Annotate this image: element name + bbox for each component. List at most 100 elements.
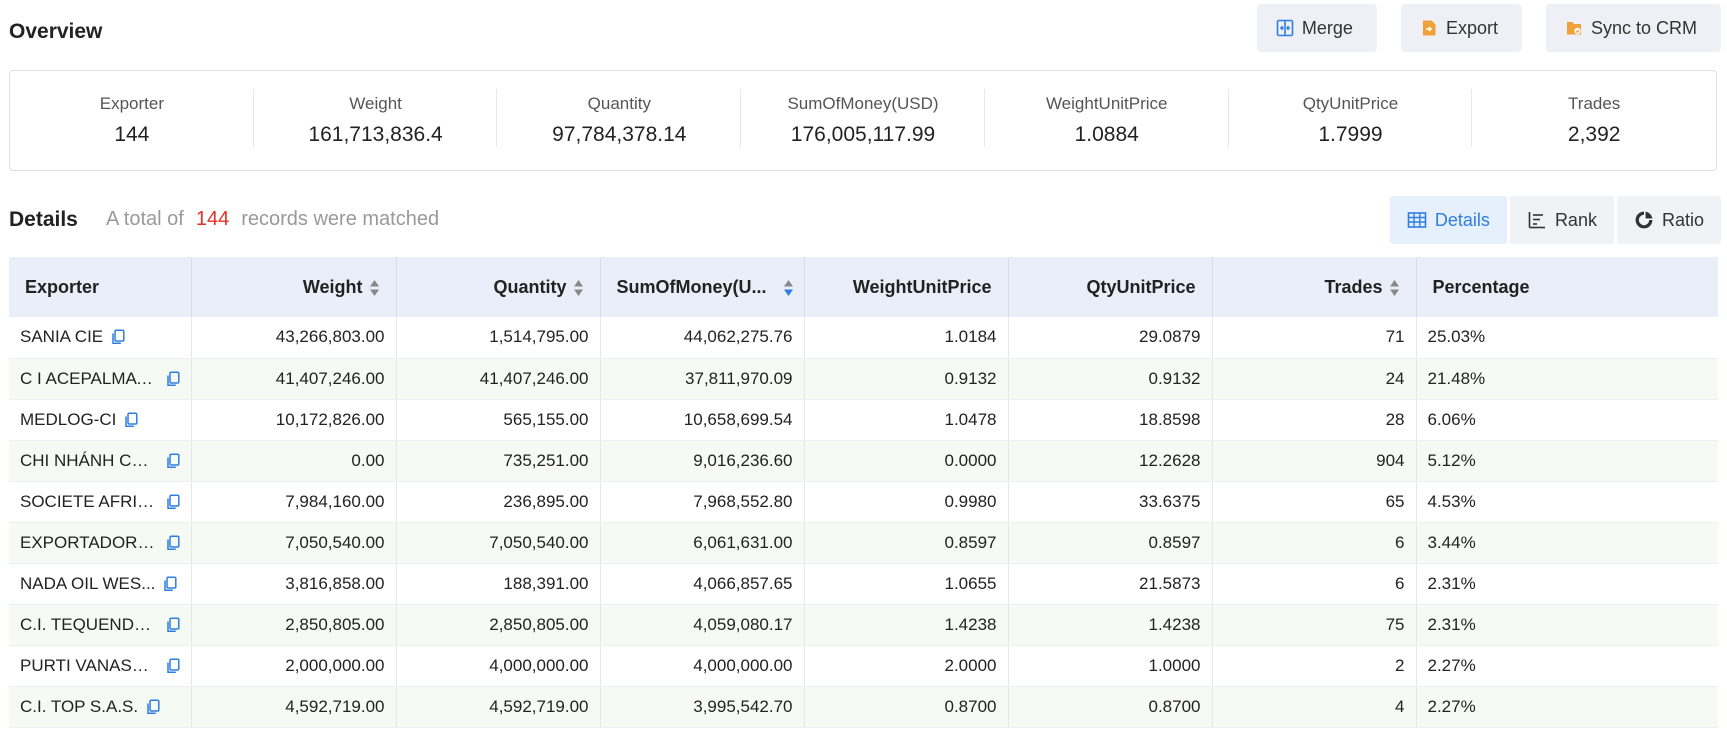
table-row: PURTI VANASPA... 2,000,000.00 4,000,000.00… — [9, 645, 1718, 687]
cell-qty-unit-price: 1.4238 — [1008, 604, 1213, 646]
cell-sum-of-money: 4,066,857.65 — [600, 563, 805, 605]
col-sum-of-money[interactable]: SumOfMoney(U... — [600, 257, 805, 317]
cell-trades: 65 — [1212, 481, 1417, 523]
cell-percentage: 5.12% — [1416, 440, 1718, 482]
cell-sum-of-money: 37,811,970.09 — [600, 358, 805, 400]
stat-value: 161,713,836.4 — [308, 123, 443, 146]
cell-sum-of-money: 4,000,000.00 — [600, 645, 805, 687]
copy-icon[interactable] — [166, 534, 180, 551]
cell-weight-unit-price: 1.0655 — [804, 563, 1009, 605]
tab-rank-label: Rank — [1554, 209, 1597, 230]
cell-qty-unit-price: 12.2628 — [1008, 440, 1213, 482]
stat-qty-unit-price: QtyUnitPrice 1.7999 — [1229, 71, 1473, 170]
sort-icon[interactable] — [369, 279, 380, 297]
cell-trades: 71 — [1212, 317, 1417, 359]
stat-value: 1.7999 — [1318, 123, 1383, 146]
cell-sum-of-money: 3,995,542.70 — [600, 686, 805, 728]
tab-details[interactable]: Details — [1389, 196, 1507, 244]
stat-label: SumOfMoney(USD) — [787, 94, 939, 113]
matched-count: 144 — [195, 208, 230, 230]
exporter-name[interactable]: C.I. TOP S.A.S. — [20, 697, 138, 717]
exporter-name[interactable]: NADA OIL WES... — [20, 574, 155, 594]
cell-weight: 43,266,803.00 — [191, 317, 397, 359]
copy-icon[interactable] — [166, 657, 180, 674]
pie-icon — [1635, 211, 1653, 229]
cell-sum-of-money: 4,059,080.17 — [600, 604, 805, 646]
cell-weight-unit-price: 0.8700 — [804, 686, 1009, 728]
cell-qty-unit-price: 0.8700 — [1008, 686, 1213, 728]
stat-trades: Trades 2,392 — [1472, 71, 1716, 170]
merge-icon — [1276, 19, 1294, 37]
cell-weight: 2,850,805.00 — [191, 604, 397, 646]
copy-icon[interactable] — [163, 575, 177, 592]
sort-icon[interactable] — [1389, 279, 1400, 297]
overview-stats: Exporter 144 Weight 161,713,836.4 Quanti… — [9, 70, 1717, 171]
cell-exporter: PURTI VANASPA... — [9, 645, 192, 687]
cell-trades: 904 — [1212, 440, 1417, 482]
cell-sum-of-money: 7,968,552.80 — [600, 481, 805, 523]
cell-weight-unit-price: 0.0000 — [804, 440, 1009, 482]
cell-weight: 41,407,246.00 — [191, 358, 397, 400]
stat-value: 1.0884 — [1074, 123, 1139, 146]
col-weight[interactable]: Weight — [191, 257, 397, 317]
copy-icon[interactable] — [111, 329, 125, 345]
top-actions: Merge Export Sync to CRM — [1256, 4, 1721, 52]
tab-rank[interactable]: Rank — [1509, 196, 1614, 244]
exporter-cell: C.I. TOP S.A.S. — [20, 697, 180, 717]
exporter-name[interactable]: SANIA CIE — [20, 327, 103, 347]
exporter-name[interactable]: SOCIETE AFRIC... — [20, 492, 158, 512]
sort-desc-icon[interactable] — [783, 279, 794, 297]
table-row: EXPORTADORA ... 7,050,540.00 7,050,540.00 6… — [9, 522, 1718, 564]
table-row: C.I. TEQUENDA... 2,850,805.00 2,850,805.00… — [9, 604, 1718, 646]
exporter-cell: SANIA CIE — [20, 327, 180, 347]
overview-title: Overview — [9, 20, 103, 43]
cell-trades: 24 — [1212, 358, 1417, 400]
exporter-name[interactable]: PURTI VANASPA... — [20, 656, 158, 676]
cell-weight-unit-price: 1.0184 — [804, 317, 1009, 359]
cell-quantity: 41,407,246.00 — [396, 358, 601, 400]
cell-qty-unit-price: 0.8597 — [1008, 522, 1213, 564]
exporter-name[interactable]: C.I. TEQUENDA... — [20, 615, 158, 635]
sync-to-crm-button[interactable]: Sync to CRM — [1545, 4, 1721, 52]
table-row: C I ACEPALMA S A 41,407,246.00 41,407,246.… — [9, 358, 1718, 400]
export-button[interactable]: Export — [1400, 4, 1522, 52]
cell-percentage: 2.31% — [1416, 563, 1718, 605]
tab-ratio[interactable]: Ratio — [1616, 196, 1721, 244]
cell-percentage: 6.06% — [1416, 399, 1718, 441]
sort-icon[interactable] — [573, 279, 584, 297]
col-quantity[interactable]: Quantity — [396, 257, 601, 317]
exporter-cell: SOCIETE AFRIC... — [20, 492, 180, 512]
stat-label: Exporter — [99, 94, 164, 113]
sync-to-crm-label: Sync to CRM — [1590, 17, 1697, 38]
exporter-name[interactable]: EXPORTADORA ... — [20, 533, 158, 553]
cell-qty-unit-price: 21.5873 — [1008, 563, 1213, 605]
stat-exporter: Exporter 144 — [10, 71, 254, 170]
copy-icon[interactable] — [166, 370, 180, 387]
copy-icon[interactable] — [166, 493, 180, 510]
exporter-cell: CHI NHÁNH CÔ... — [20, 451, 180, 471]
details-title: Details — [9, 208, 78, 231]
cell-weight: 3,816,858.00 — [191, 563, 397, 605]
cell-sum-of-money: 44,062,275.76 — [600, 317, 805, 359]
copy-icon[interactable] — [166, 452, 180, 469]
stat-value: 2,392 — [1567, 123, 1621, 146]
stat-sum-of-money: SumOfMoney(USD) 176,005,117.99 — [741, 71, 985, 170]
cell-trades: 28 — [1212, 399, 1417, 441]
copy-icon[interactable] — [166, 616, 180, 633]
exporter-name[interactable]: MEDLOG-CI — [20, 410, 116, 430]
exporter-name[interactable]: C I ACEPALMA S A — [20, 369, 158, 389]
merge-button[interactable]: Merge — [1256, 4, 1377, 52]
cell-exporter: CHI NHÁNH CÔ... — [9, 440, 192, 482]
cell-weight: 0.00 — [191, 440, 397, 482]
cell-sum-of-money: 9,016,236.60 — [600, 440, 805, 482]
exporter-name[interactable]: CHI NHÁNH CÔ... — [20, 451, 158, 471]
matched-suffix: records were matched — [241, 208, 440, 230]
table-row: CHI NHÁNH CÔ... 0.00 735,251.00 9,016,236.6… — [9, 440, 1718, 482]
stat-value: 97,784,378.14 — [552, 123, 687, 146]
table-body: SANIA CIE 43,266,803.00 1,514,795.00 44,062… — [9, 317, 1718, 728]
cell-weight-unit-price: 0.9980 — [804, 481, 1009, 523]
copy-icon[interactable] — [146, 698, 160, 715]
stat-weight-unit-price: WeightUnitPrice 1.0884 — [985, 71, 1229, 170]
copy-icon[interactable] — [124, 411, 138, 428]
col-trades[interactable]: Trades — [1212, 257, 1417, 317]
